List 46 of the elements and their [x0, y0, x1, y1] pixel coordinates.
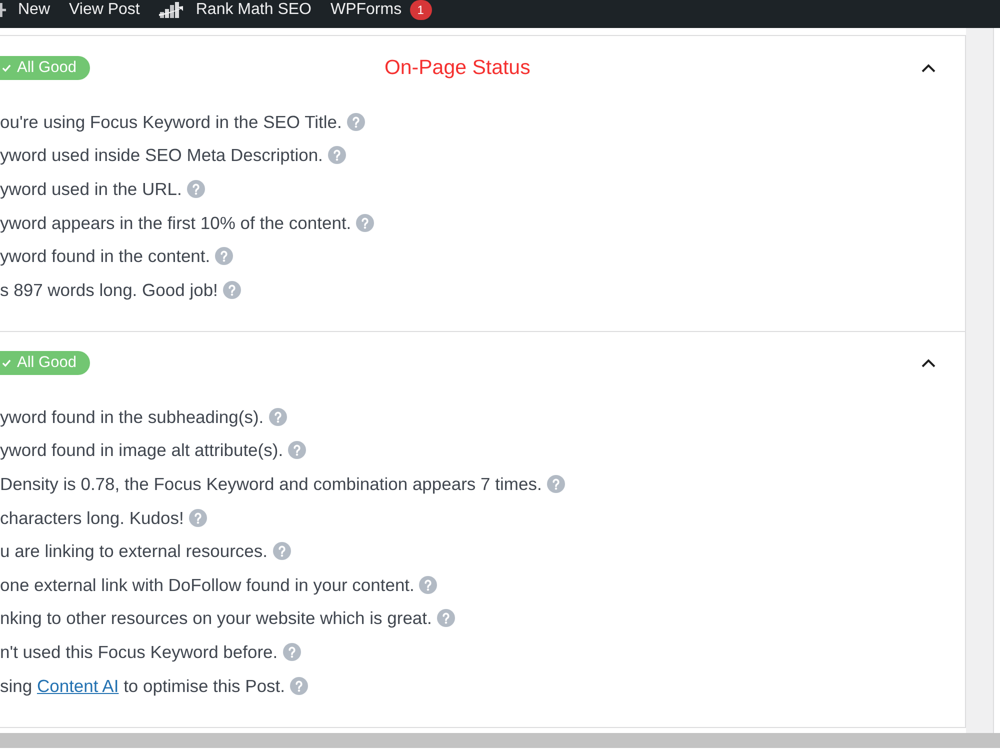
check-text: yword found in the subheading(s). — [0, 406, 264, 428]
check-text: ou're using Focus Keyword in the SEO Title. — [0, 110, 342, 133]
section-title: On-Page Status — [384, 56, 530, 80]
admin-bar-link[interactable]: View Post — [69, 0, 140, 19]
check-text: sing Content AI to optimise this Post. — [0, 674, 286, 697]
check-text: n't used this Focus Keyword before. — [0, 641, 278, 664]
help-icon[interactable] — [222, 280, 241, 299]
check-icon — [2, 359, 11, 368]
help-icon[interactable] — [546, 475, 565, 494]
help-icon[interactable] — [328, 146, 346, 164]
help-icon[interactable] — [272, 542, 290, 560]
admin-bar-link[interactable]: Rank Math SEO — [158, 0, 312, 19]
check-text: yword found in image alt attribute(s). — [0, 439, 284, 462]
chevron-icon[interactable] — [921, 358, 936, 368]
chevron-icon[interactable] — [921, 64, 936, 72]
admin-bar-link[interactable]: New — [0, 0, 50, 19]
admin-bar-link[interactable]: WPForms 1 — [330, 0, 432, 19]
help-icon[interactable] — [290, 676, 308, 695]
help-icon[interactable] — [288, 441, 306, 460]
horizontal-scrollbar[interactable] — [0, 733, 1000, 748]
notification-count: 1 — [410, 0, 432, 20]
help-icon[interactable] — [346, 112, 365, 131]
help-icon[interactable] — [215, 247, 234, 266]
status-label: All Good — [17, 354, 76, 372]
check-icon — [2, 64, 11, 72]
check-text: one external link with DoFollow found in your content. — [0, 574, 414, 596]
help-icon[interactable] — [268, 408, 287, 426]
help-icon[interactable] — [282, 643, 301, 662]
check-text: yword used in the URL. — [0, 178, 182, 200]
content-ai-link[interactable]: Content AI — [36, 676, 119, 696]
check-text: yword found in the content. — [0, 245, 210, 268]
check-text: Density is 0.78, the Focus Keyword and combination appears 7 times. — [0, 473, 542, 496]
plus-icon — [0, 2, 6, 16]
help-icon[interactable] — [419, 576, 438, 594]
help-icon[interactable] — [436, 609, 455, 628]
check-text: u are linking to external resources. — [0, 540, 268, 562]
bar-chart-icon — [158, 0, 184, 18]
help-icon[interactable] — [356, 214, 374, 232]
status-label: All Good — [17, 59, 76, 77]
check-text: yword appears in the first 10% of the content. — [0, 212, 352, 234]
check-text: yword used inside SEO Meta Description. — [0, 144, 323, 166]
check-text: s 897 words long. Good job! — [0, 278, 218, 301]
help-icon[interactable] — [188, 508, 207, 527]
check-text: nking to other resources on your website which is great. — [0, 607, 432, 630]
check-text: characters long. Kudos! — [0, 506, 184, 529]
help-icon[interactable] — [186, 180, 205, 198]
